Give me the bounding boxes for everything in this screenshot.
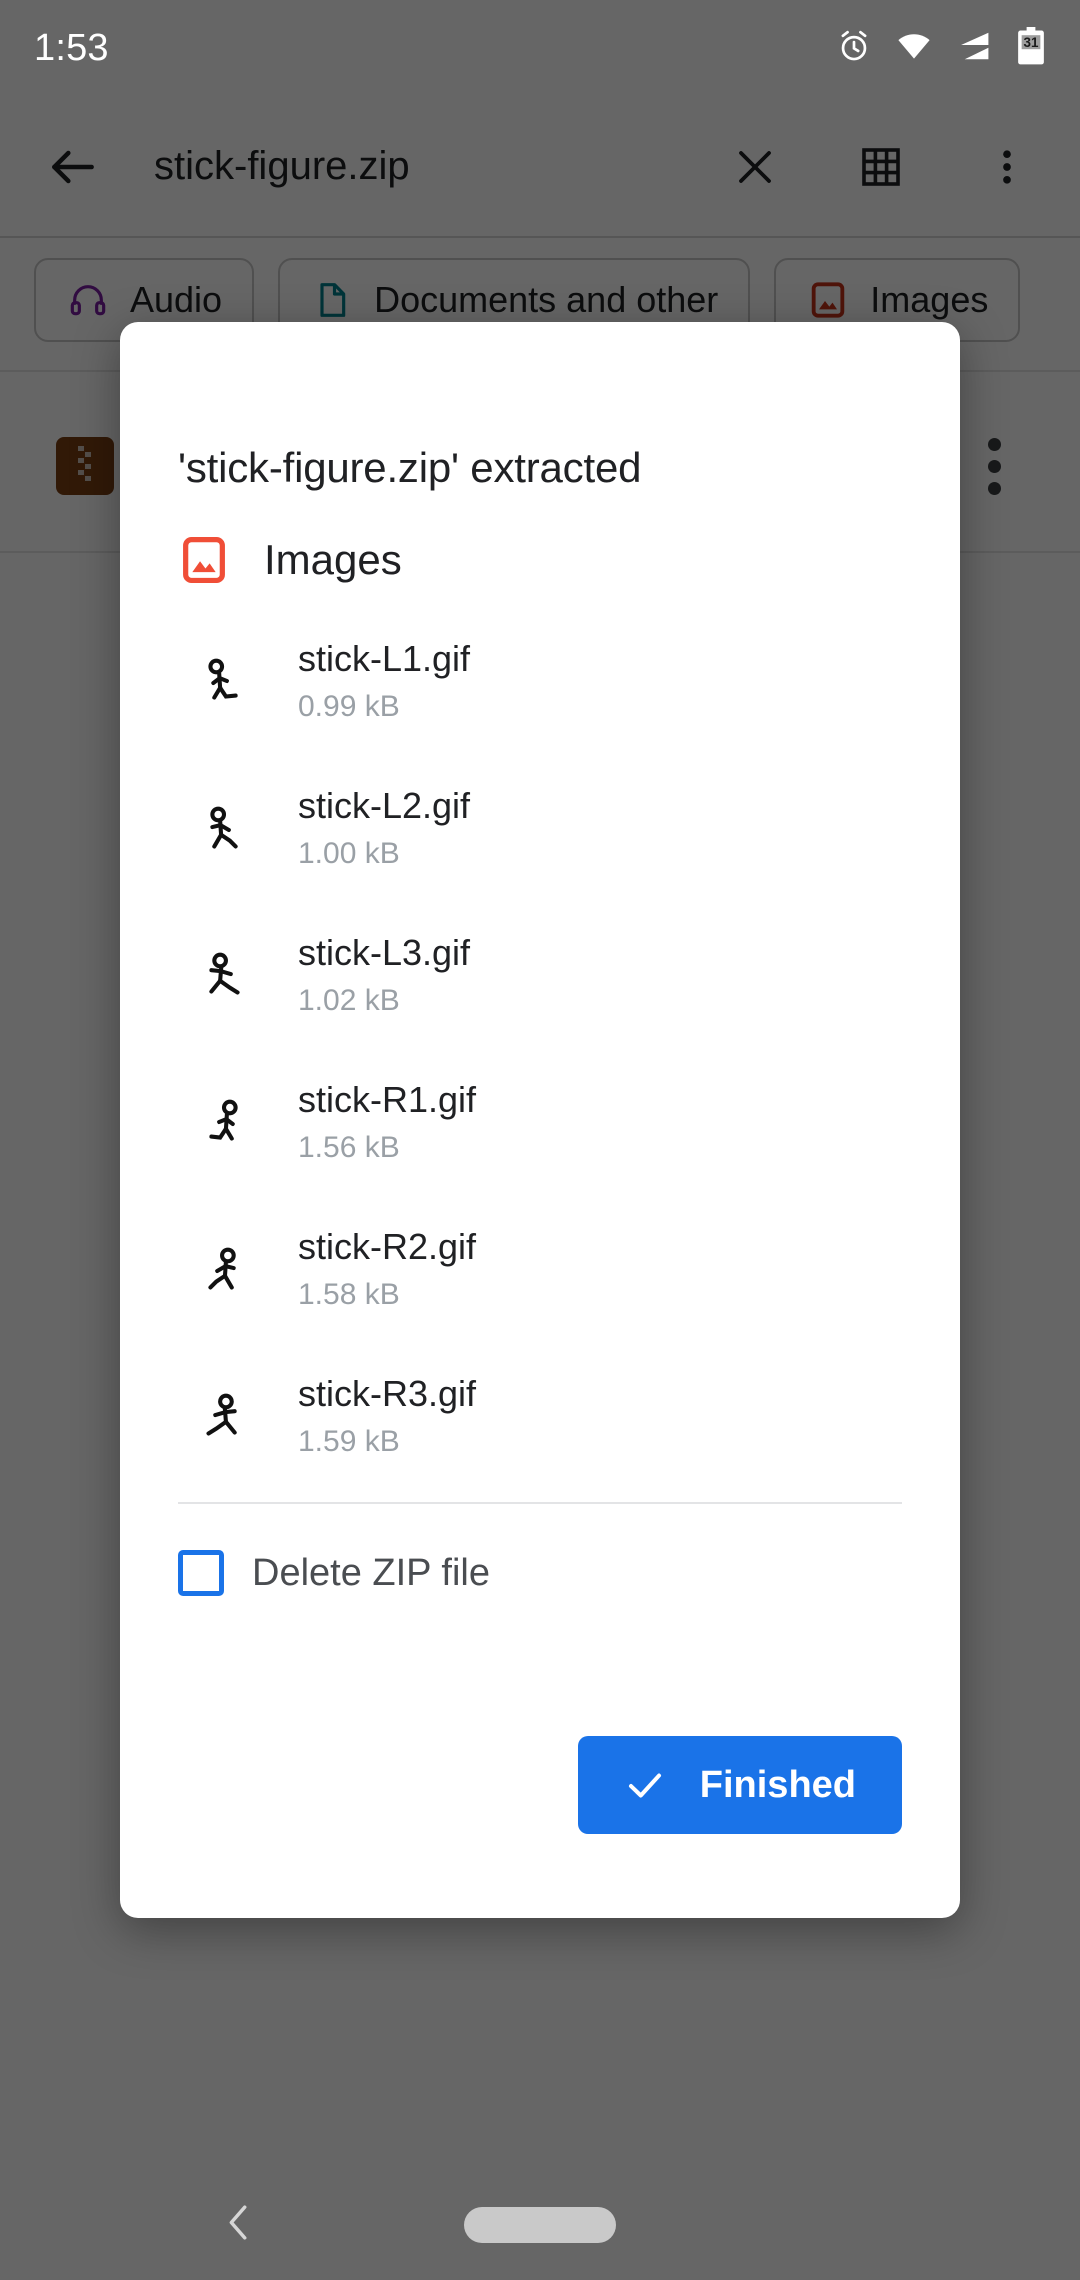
nav-home-pill[interactable] (464, 2207, 616, 2243)
stick-figure-thumbnail-icon (178, 1077, 270, 1169)
finished-button-label: Finished (699, 1763, 856, 1806)
delete-zip-checkbox-row[interactable]: Delete ZIP file (120, 1504, 960, 1596)
file-size: 1.02 kB (298, 983, 400, 1017)
file-size: 1.59 kB (298, 1424, 400, 1458)
file-size: 1.00 kB (298, 836, 400, 870)
file-name: stick-L1.gif (298, 637, 471, 679)
file-meta: stick-L1.gif 0.99 kB (298, 637, 471, 723)
finished-button[interactable]: Finished (577, 1736, 902, 1834)
stick-figure-thumbnail-icon (178, 636, 270, 728)
extracted-file-list: stick-L1.gif 0.99 kB stick-L2.gif 1.00 k… (120, 586, 960, 1490)
table-row[interactable]: stick-R3.gif 1.59 kB (120, 1343, 960, 1490)
file-name: stick-R2.gif (298, 1225, 477, 1267)
dialog-section-label: Images (264, 536, 402, 583)
status-bar: 1:53 31 (0, 0, 1080, 96)
file-name: stick-L3.gif (298, 931, 471, 973)
screen: stick-figure.zip (0, 0, 1080, 2280)
file-name: stick-L2.gif (298, 784, 471, 826)
delete-zip-checkbox[interactable] (178, 1550, 224, 1596)
battery-icon: 31 (1016, 26, 1046, 70)
file-size: 1.58 kB (298, 1277, 400, 1311)
file-meta: stick-L3.gif 1.02 kB (298, 931, 471, 1017)
file-size: 1.56 kB (298, 1130, 400, 1164)
status-clock: 1:53 (34, 26, 109, 69)
table-row[interactable]: stick-L2.gif 1.00 kB (120, 755, 960, 902)
alarm-icon (836, 28, 872, 69)
file-meta: stick-R3.gif 1.59 kB (298, 1372, 477, 1458)
dialog-section-images: Images (120, 492, 960, 586)
nav-back-icon[interactable] (216, 2200, 262, 2251)
file-meta: stick-R1.gif 1.56 kB (298, 1078, 477, 1164)
file-meta: stick-L2.gif 1.00 kB (298, 784, 471, 870)
image-icon (178, 534, 230, 586)
stick-figure-thumbnail-icon (178, 1224, 270, 1316)
file-name: stick-R1.gif (298, 1078, 477, 1120)
wifi-icon (896, 28, 932, 69)
status-icons: 31 (836, 26, 1046, 70)
table-row[interactable]: stick-L3.gif 1.02 kB (120, 902, 960, 1049)
table-row[interactable]: stick-R2.gif 1.58 kB (120, 1196, 960, 1343)
file-name: stick-R3.gif (298, 1372, 477, 1414)
table-row[interactable]: stick-R1.gif 1.56 kB (120, 1049, 960, 1196)
check-icon (624, 1764, 666, 1806)
system-navigation-bar (0, 2170, 1080, 2280)
stick-figure-thumbnail-icon (178, 930, 270, 1022)
svg-text:31: 31 (1024, 34, 1039, 49)
file-size: 0.99 kB (298, 689, 400, 723)
delete-zip-checkbox-label: Delete ZIP file (252, 1551, 490, 1594)
table-row[interactable]: stick-L1.gif 0.99 kB (120, 608, 960, 755)
signal-icon (956, 28, 992, 69)
file-meta: stick-R2.gif 1.58 kB (298, 1225, 477, 1311)
stick-figure-thumbnail-icon (178, 783, 270, 875)
extraction-finished-dialog: 'stick-figure.zip' extracted Images stic… (120, 322, 960, 1918)
stick-figure-thumbnail-icon (178, 1371, 270, 1463)
dialog-actions: Finished (120, 1736, 960, 1918)
dialog-title: 'stick-figure.zip' extracted (178, 444, 642, 491)
